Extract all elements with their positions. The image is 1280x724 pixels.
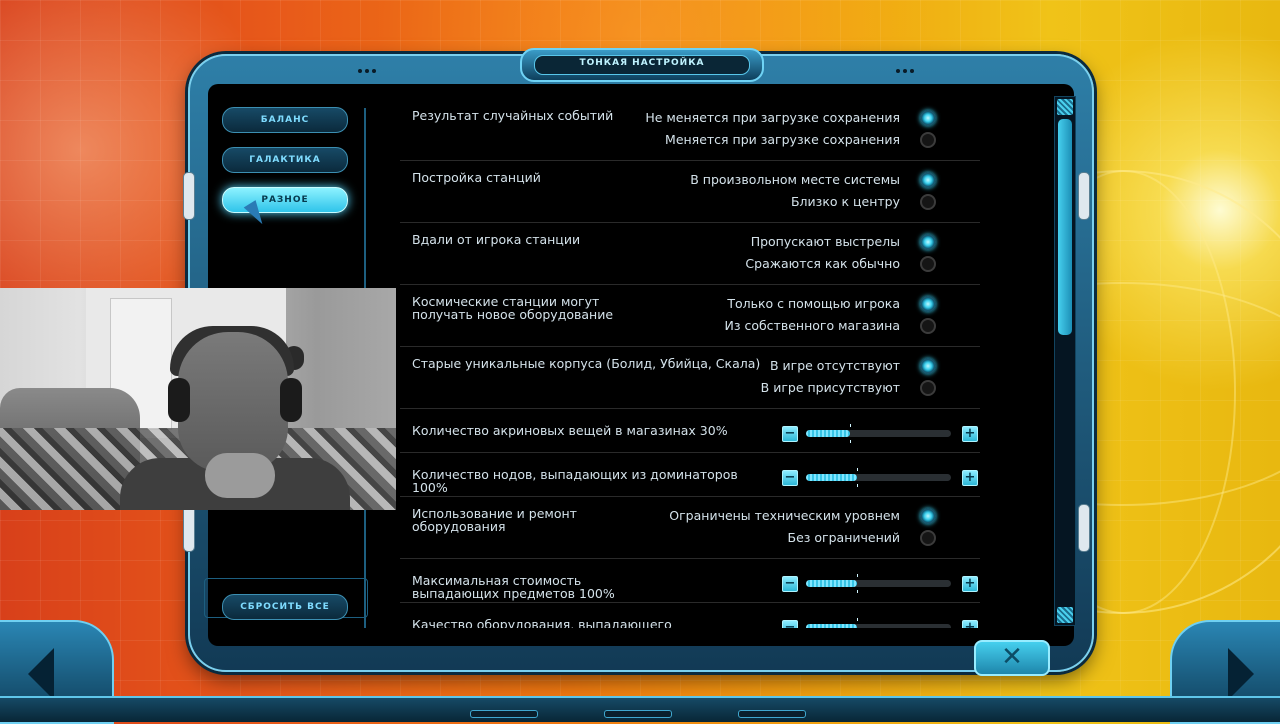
bottom-bar-segment [470, 710, 538, 718]
sidebar-item-galaxy[interactable]: ГАЛАКТИКА [222, 147, 348, 173]
settings-list: Результат случайных событий Не меняется п… [400, 100, 990, 628]
slider-tick [850, 424, 851, 427]
scroll-down-button[interactable] [1057, 607, 1073, 623]
bottom-bar [0, 696, 1280, 722]
radio-button[interactable] [920, 318, 936, 334]
decrease-button[interactable]: − [782, 576, 798, 592]
setting-row: Максимальная стоимость выпадающих предме… [400, 560, 980, 603]
frame-side-tab-right [1078, 172, 1090, 220]
sidebar-item-balance[interactable]: БАЛАНС [222, 107, 348, 133]
slider-fill [806, 580, 857, 587]
slider-tick [857, 484, 858, 487]
radio-button[interactable] [920, 172, 936, 188]
slider-track[interactable] [806, 468, 951, 487]
arrow-left-icon [28, 648, 54, 700]
reset-all-button[interactable]: СБРОСИТЬ ВСЕ [222, 594, 348, 620]
decrease-button[interactable]: − [782, 620, 798, 628]
increase-button[interactable]: + [962, 426, 978, 442]
setting-row: Вдали от игрока станции Пропускают выстре… [400, 224, 980, 285]
setting-row: Количество нодов, выпадающих из доминато… [400, 454, 980, 497]
setting-row: Результат случайных событий Не меняется п… [400, 100, 980, 161]
decrease-button[interactable]: − [782, 426, 798, 442]
radio-option-label[interactable]: Меняется при загрузке сохранения [665, 132, 900, 147]
arrow-right-icon [1228, 648, 1254, 700]
radio-button[interactable] [920, 234, 936, 250]
radio-option-label[interactable]: Без ограничений [788, 530, 901, 545]
radio-button[interactable] [920, 110, 936, 126]
slider-fill [806, 474, 857, 481]
setting-label: Вдали от игрока станции [412, 232, 581, 247]
setting-row: Космические станции могут получать новое… [400, 286, 980, 347]
increase-button[interactable]: + [962, 576, 978, 592]
radio-option-label[interactable]: Сражаются как обычно [745, 256, 900, 271]
scrollbar[interactable] [1054, 96, 1076, 626]
setting-row: Использование и ремонт оборудования Огран… [400, 498, 980, 559]
radio-button[interactable] [920, 508, 936, 524]
radio-option-label[interactable]: Только с помощью игрока [727, 296, 900, 311]
slider-track[interactable] [806, 574, 951, 593]
setting-label: Старые уникальные корпуса (Болид, Убийца… [412, 356, 761, 371]
radio-option-label[interactable]: Ограничены техническим уровнем [669, 508, 900, 523]
bottom-bar-segment [738, 710, 806, 718]
frame-side-tab-right-bottom [1078, 504, 1090, 552]
setting-row: Качество оборудования, выпадающего − + [400, 604, 980, 628]
radio-option-label[interactable]: Не меняется при загрузке сохранения [645, 110, 900, 125]
setting-label: Космические станции могут получать новое… [412, 294, 614, 322]
slider-fill [806, 624, 857, 628]
radio-option-label[interactable]: Близко к центру [791, 194, 900, 209]
radio-option-label[interactable]: В произвольном месте системы [690, 172, 900, 187]
close-x-icon: ✕ [1001, 642, 1023, 672]
scroll-up-button[interactable] [1057, 99, 1073, 115]
radio-option-label[interactable]: В игре отсутствуют [770, 358, 900, 373]
slider-tick [850, 440, 851, 443]
radio-button[interactable] [920, 296, 936, 312]
scroll-thumb[interactable] [1058, 119, 1072, 335]
slider-track[interactable] [806, 424, 951, 443]
frame-side-tab-left-bottom [183, 504, 195, 552]
setting-row: Постройка станций В произвольном месте си… [400, 162, 980, 223]
webcam-overlay [0, 288, 396, 510]
setting-label: Количество акриновых вещей в магазинах 3… [412, 423, 728, 438]
slider-tick [857, 468, 858, 471]
setting-label: Количество нодов, выпадающих из доминато… [412, 467, 738, 495]
radio-option-label[interactable]: Из собственного магазина [724, 318, 900, 333]
bottom-bar-segment [604, 710, 672, 718]
radio-button[interactable] [920, 358, 936, 374]
window-title: ТОНКАЯ НАСТРОЙКА [579, 58, 705, 68]
radio-button[interactable] [920, 256, 936, 272]
radio-option-label[interactable]: В игре присутствуют [761, 380, 900, 395]
decrease-button[interactable]: − [782, 470, 798, 486]
setting-label: Максимальная стоимость выпадающих предме… [412, 573, 615, 601]
slider-tick [857, 574, 858, 577]
slider-track[interactable] [806, 618, 951, 628]
window-title-plate: ТОНКАЯ НАСТРОЙКА [520, 48, 764, 82]
radio-button[interactable] [920, 132, 936, 148]
radio-button[interactable] [920, 530, 936, 546]
radio-option-label[interactable]: Пропускают выстрелы [751, 234, 900, 249]
slider-fill [806, 430, 850, 437]
close-button[interactable]: ✕ [974, 640, 1050, 676]
sidebar-item-misc[interactable]: РАЗНОЕ [222, 187, 348, 213]
setting-row: Количество акриновых вещей в магазинах 3… [400, 410, 980, 453]
radio-button[interactable] [920, 380, 936, 396]
increase-button[interactable]: + [962, 620, 978, 628]
frame-dots-left [358, 58, 384, 73]
frame-side-tab-left [183, 172, 195, 220]
slider-tick [857, 590, 858, 593]
setting-label: Качество оборудования, выпадающего [412, 617, 672, 628]
increase-button[interactable]: + [962, 470, 978, 486]
setting-row: Старые уникальные корпуса (Болид, Убийца… [400, 348, 980, 409]
radio-button[interactable] [920, 194, 936, 210]
slider-tick [857, 618, 858, 621]
frame-dots-right [896, 58, 922, 73]
